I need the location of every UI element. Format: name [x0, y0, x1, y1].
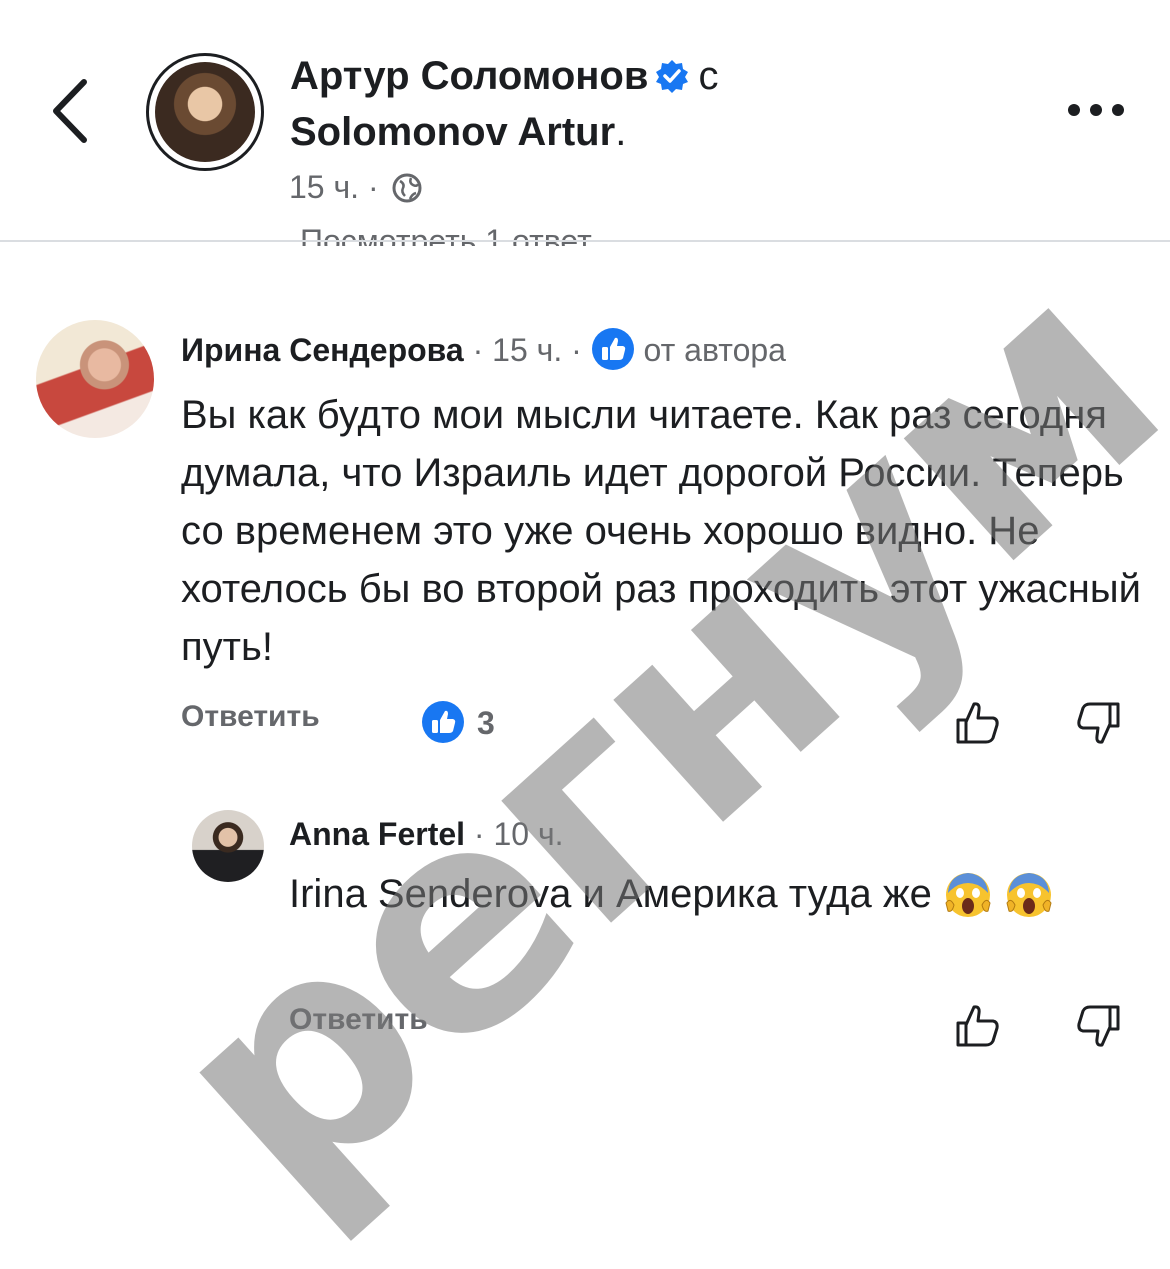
downvote-icon[interactable]	[1073, 1001, 1123, 1051]
post-coauthor[interactable]: Solomonov Artur.	[290, 108, 626, 156]
author-connector: с	[698, 54, 719, 98]
like-icon	[591, 328, 634, 370]
reply-message: и Америка туда же	[571, 872, 932, 916]
reply-actions: Ответить	[289, 1003, 1139, 1053]
author-name[interactable]: Артур Соломонов	[290, 54, 648, 98]
reply-header: Anna Fertel · 10 ч.	[289, 812, 564, 856]
post-author[interactable]: Артур Соломонов с	[290, 52, 850, 100]
more-horizontal-icon[interactable]	[1068, 98, 1128, 122]
meta-separator: ·	[367, 169, 379, 205]
reply-time[interactable]: 10 ч.	[493, 816, 563, 852]
scream-emoji-icon	[945, 873, 991, 917]
header-divider	[0, 240, 1170, 242]
author-avatar[interactable]	[146, 53, 264, 171]
post-time[interactable]: 15 ч.	[289, 169, 359, 205]
view-replies-link[interactable]: Посмотреть 1 ответ	[300, 226, 592, 246]
post-header: Артур Соломонов с Solomonov Artur. 15 ч.…	[0, 0, 1170, 246]
comment-header: Ирина Сендерова · 15 ч. · от автора	[181, 327, 786, 372]
verified-badge-icon	[656, 60, 689, 93]
reaction-count: 3	[477, 705, 495, 741]
like-icon	[422, 701, 464, 743]
post-meta: 15 ч. ·	[289, 165, 423, 209]
chevron-left-icon[interactable]	[46, 76, 96, 146]
meta-separator: ·	[472, 332, 484, 368]
reply-button[interactable]: Ответить	[181, 700, 320, 733]
globe-icon	[392, 173, 422, 203]
reply-button[interactable]: Ответить	[289, 1003, 428, 1036]
mention-link[interactable]: Irina Senderova	[289, 872, 571, 916]
comment-actions: Ответить 3	[181, 700, 1141, 750]
comment-time[interactable]: 15 ч.	[492, 332, 562, 368]
coauthor-name[interactable]: Solomonov Artur	[290, 110, 615, 154]
reply-text: Irina Senderova и Америка туда же	[289, 865, 1119, 923]
scream-emoji-icon	[1006, 873, 1052, 917]
commenter-avatar[interactable]	[36, 320, 154, 438]
reaction-summary[interactable]: 3	[421, 700, 495, 745]
comment-text: Вы как будто мои мысли читаете. Как раз …	[181, 393, 1141, 669]
upvote-icon[interactable]	[953, 1001, 1003, 1051]
reply-avatar[interactable]	[192, 810, 264, 882]
author-reply-badge: от автора	[643, 332, 786, 368]
upvote-icon[interactable]	[953, 698, 1003, 748]
meta-separator: ·	[571, 332, 582, 368]
reply-author-name[interactable]: Anna Fertel	[289, 816, 465, 852]
commenter-name[interactable]: Ирина Сендерова	[181, 332, 464, 368]
meta-separator: ·	[473, 816, 485, 852]
downvote-icon[interactable]	[1073, 698, 1123, 748]
coauthor-period: .	[615, 110, 627, 154]
